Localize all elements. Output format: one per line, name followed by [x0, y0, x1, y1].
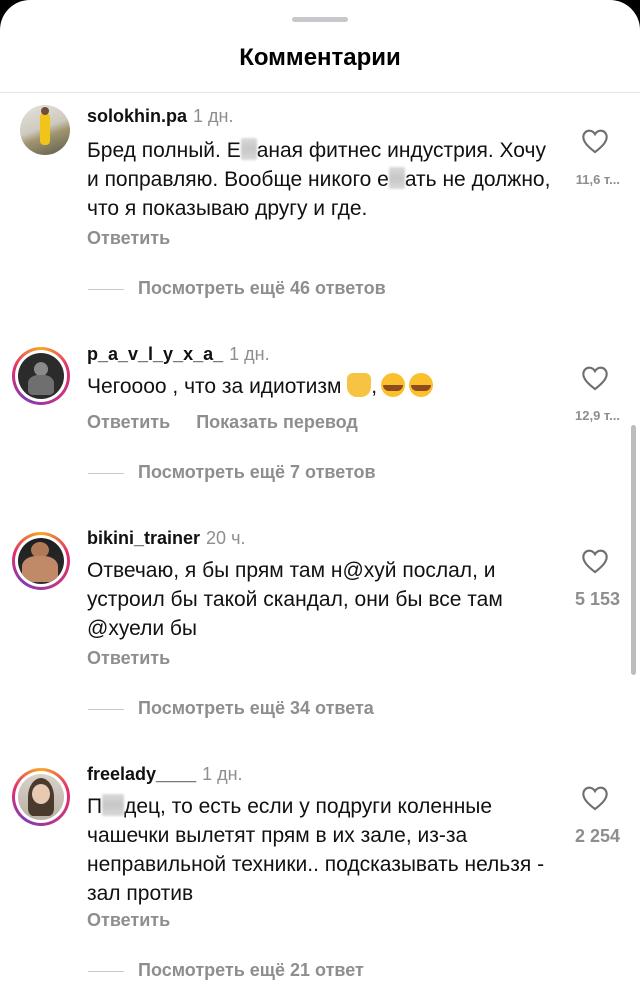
view-replies-button[interactable]: Посмотреть ещё 7 ответов	[88, 462, 376, 483]
comment-meta: p_a_v_l_y_x_a_ 1 дн.	[87, 344, 270, 365]
like-button[interactable]	[576, 365, 614, 396]
comment-meta: bikini_trainer 20 ч.	[87, 528, 245, 549]
view-replies-button[interactable]: Посмотреть ещё 34 ответа	[88, 698, 374, 719]
replies-line	[88, 970, 124, 972]
comment-actions: Ответить	[87, 910, 196, 931]
heart-outline-icon	[582, 366, 608, 391]
comment-username[interactable]: p_a_v_l_y_x_a_	[87, 344, 223, 364]
view-replies-button[interactable]: Посмотреть ещё 21 ответ	[88, 960, 364, 981]
comment-username[interactable]: bikini_trainer	[87, 528, 200, 548]
comment-username[interactable]: freelady____	[87, 764, 196, 784]
heart-outline-icon	[582, 549, 608, 574]
like-button[interactable]	[576, 785, 614, 816]
reply-button[interactable]: Ответить	[87, 412, 170, 432]
comment-text: Отвечаю, я бы прям там н@хуй послал, и у…	[87, 559, 503, 640]
comment-text: Чегоооо , что за идиотизм ,	[87, 372, 552, 401]
reply-button[interactable]: Ответить	[87, 910, 170, 930]
heart-outline-icon	[582, 786, 608, 811]
censor-blur	[102, 794, 125, 816]
view-replies-label: Посмотреть ещё 7 ответов	[138, 462, 376, 482]
comment-time: 1 дн.	[202, 764, 243, 784]
comment-text-part: П	[87, 795, 103, 818]
view-replies-label: Посмотреть ещё 46 ответов	[138, 278, 386, 298]
comment-actions: Ответить	[87, 648, 196, 669]
comment-text-part: Чегоооо , что за идиотизм	[87, 375, 342, 398]
comments-sheet: Комментарии solokhin.pa 1 дн. Бред полный…	[0, 0, 640, 1003]
replies-line	[88, 288, 124, 290]
like-count: 2 254	[574, 826, 620, 846]
avatar[interactable]	[12, 768, 70, 826]
reply-button[interactable]: Ответить	[87, 648, 170, 668]
comment-time: 1 дн.	[229, 344, 270, 364]
comment-text-part: дец, то есть если у подруги коленные чаш…	[87, 795, 545, 905]
avatar[interactable]	[12, 347, 70, 405]
scrollbar[interactable]	[631, 425, 636, 675]
like-count: 5 153	[574, 589, 620, 609]
translate-button[interactable]: Показать перевод	[196, 412, 358, 432]
view-replies-button[interactable]: Посмотреть ещё 46 ответов	[88, 278, 386, 299]
tears-of-joy-emoji	[409, 373, 434, 397]
comment-text-suffix: ,	[371, 375, 378, 398]
like-button[interactable]	[576, 548, 614, 579]
comment-meta: freelady____ 1 дн.	[87, 764, 243, 785]
tears-of-joy-emoji	[381, 373, 406, 397]
view-replies-label: Посмотреть ещё 21 ответ	[138, 960, 364, 980]
replies-line	[88, 708, 124, 710]
like-count: 12,9 т...	[575, 408, 620, 423]
comment-item: freelady____ 1 дн. Пдец, то есть если у п…	[0, 0, 640, 980]
face-palm-emoji	[347, 373, 372, 397]
view-replies-label: Посмотреть ещё 34 ответа	[138, 698, 374, 718]
replies-line	[88, 472, 124, 474]
comment-actions: Ответить Показать перевод	[87, 412, 384, 433]
comment-time: 20 ч.	[206, 528, 246, 548]
comment-text: Пдец, то есть если у подруги коленные ча…	[87, 792, 552, 908]
avatar[interactable]	[12, 532, 70, 590]
